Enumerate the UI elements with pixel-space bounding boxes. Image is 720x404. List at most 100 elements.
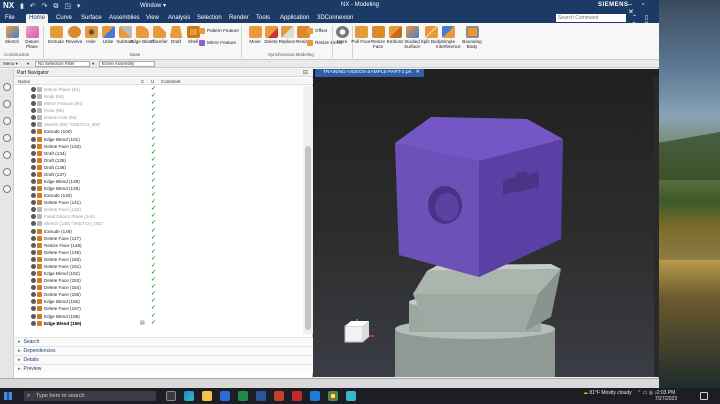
notifications-icon[interactable] [700, 392, 708, 400]
constraint-navigator-icon[interactable] [3, 100, 11, 108]
tab-analysis[interactable]: Analysis [165, 14, 193, 23]
feature-row[interactable]: Extrude (146) ✓ [14, 228, 303, 235]
visibility-icon[interactable] [31, 242, 36, 248]
history-icon[interactable] [3, 151, 11, 159]
visibility-icon[interactable] [31, 171, 36, 177]
visibility-icon[interactable] [31, 136, 36, 142]
word-icon[interactable] [256, 391, 266, 401]
windows-start-icon[interactable] [4, 392, 12, 400]
feature-row[interactable]: Draft (136) ✓ [14, 164, 303, 171]
visibility-icon[interactable] [31, 313, 36, 319]
navigator-scrollbar[interactable] [303, 86, 313, 334]
feature-row[interactable]: Delete Face (147) ✓ [14, 235, 303, 242]
command-search-input[interactable]: Search Command [556, 14, 626, 22]
feature-row[interactable]: Delete Face (133) ✓ [14, 143, 303, 150]
visibility-icon[interactable] [31, 101, 36, 107]
graphics-window[interactable]: TRAINING-VIDEOS-SAMPLE-PART-2.prt ✕ [313, 69, 659, 377]
feature-row[interactable]: Draft (135) ✓ [14, 157, 303, 164]
feature-row[interactable]: Edge Blend (152) ✓ [14, 270, 303, 277]
tab-tools[interactable]: Tools [253, 14, 273, 23]
visibility-icon[interactable] [31, 150, 36, 156]
feature-row[interactable]: Edge Blend (158) ✓ [14, 313, 303, 320]
visibility-icon[interactable] [31, 179, 36, 185]
visibility-icon[interactable] [31, 200, 36, 206]
feature-row[interactable]: Draft (137) ✓ [14, 171, 303, 178]
details-panel[interactable]: ▸ Details [14, 355, 313, 364]
feature-row[interactable]: Edge Blend (101) ✓ [14, 136, 303, 143]
visibility-icon[interactable] [31, 221, 36, 227]
feature-row[interactable]: Sketch (145) "SKETCH_001" ✓ [14, 220, 303, 227]
visibility-icon[interactable] [31, 94, 36, 100]
mirror-feature-button[interactable]: Mirror Feature [199, 40, 236, 46]
feature-row[interactable]: Mirror Feature (94) ✓ [14, 100, 303, 107]
tab-file[interactable]: File [2, 14, 18, 23]
tab-application[interactable]: Application [277, 14, 312, 23]
pin-icon[interactable]: ⊟ [303, 69, 308, 77]
tab-selection[interactable]: Selection [194, 14, 225, 23]
feature-row[interactable]: Extrude (140) ✓ [14, 192, 303, 199]
feature-row[interactable]: Point (95) ✓ [14, 107, 303, 114]
feature-row[interactable]: Delete Face (153) ✓ [14, 277, 303, 284]
feature-row[interactable]: Datum Axis (96) ✓ [14, 114, 303, 121]
visibility-icon[interactable] [31, 263, 36, 269]
feature-row[interactable]: Edge Blend (156) ✓ [14, 298, 303, 305]
tab-3dconnexion[interactable]: 3DConnexion [314, 14, 356, 23]
visibility-icon[interactable] [31, 249, 36, 255]
column-c[interactable]: C [141, 79, 144, 84]
weather-widget[interactable]: ☁ 81°F Mostly cloudy ⌃ ▭ ◎ ♪ [583, 390, 657, 396]
nx-taskbar-icon[interactable] [346, 391, 356, 401]
tab-render[interactable]: Render [226, 14, 252, 23]
file-explorer-icon[interactable] [202, 391, 212, 401]
selection-filter-dropdown[interactable]: No Selection Filter [35, 61, 90, 67]
feature-row[interactable]: Extrude (100) ✓ [14, 128, 303, 135]
feature-row[interactable]: Edge Blend (139) ✓ [14, 185, 303, 192]
feature-row[interactable]: Datum Plane (91) ✓ [14, 86, 303, 93]
preview-panel[interactable]: ▸ Preview [14, 364, 313, 373]
bounding-body-button[interactable]: Bounding Body [460, 26, 484, 49]
feature-row[interactable]: Delete Face (151) ✓ [14, 263, 303, 270]
visibility-icon[interactable] [31, 256, 36, 262]
feature-row[interactable]: Draft (134) ✓ [14, 150, 303, 157]
feature-row[interactable]: Edge Blend (159) ▤ ✓ [14, 320, 303, 327]
column-comment[interactable]: Comment [161, 79, 181, 84]
feature-row[interactable]: Delete Face (155) ✓ [14, 291, 303, 298]
visibility-icon[interactable] [31, 193, 36, 199]
visibility-icon[interactable] [31, 164, 36, 170]
feature-row[interactable]: Delete Face (157) ✓ [14, 305, 303, 312]
visibility-icon[interactable] [31, 214, 36, 220]
feature-row[interactable]: Delete Face (142) ✓ [14, 206, 303, 213]
model-viewport[interactable] [313, 69, 659, 377]
web-browser-icon[interactable] [3, 168, 11, 176]
feature-row[interactable]: Fixed Datum Plane (144) ✓ [14, 213, 303, 220]
feature-row[interactable]: Delete Face (149) ✓ [14, 249, 303, 256]
part-navigator-icon[interactable] [3, 117, 11, 125]
selection-scope-dropdown[interactable]: Entire Assembly [99, 61, 155, 67]
visibility-icon[interactable] [31, 320, 36, 326]
feature-row[interactable]: Sketch (99) "SKETCH_000" ✓ [14, 121, 303, 128]
visibility-icon[interactable] [31, 186, 36, 192]
roles-icon[interactable] [3, 185, 11, 193]
visibility-icon[interactable] [31, 292, 36, 298]
quick-access-toolbar[interactable]: ▮ ↶ ↷ ⧉ ◳ ▾ [20, 2, 82, 11]
edge-browser-icon[interactable] [184, 391, 194, 401]
scrollbar-thumb[interactable] [305, 146, 311, 330]
selection-toggle-icon[interactable]: ▾ [27, 61, 29, 67]
feature-row[interactable]: Edge Blend (138) ✓ [14, 178, 303, 185]
chrome-icon[interactable] [328, 391, 338, 401]
mail-icon[interactable] [220, 391, 230, 401]
visibility-icon[interactable] [31, 306, 36, 312]
reuse-library-icon[interactable] [3, 134, 11, 142]
visibility-icon[interactable] [31, 115, 36, 121]
search-panel[interactable]: ▸ Search [14, 337, 313, 346]
tab-surface[interactable]: Surface [78, 14, 105, 23]
simple-interference-button[interactable]: Simple Interference [436, 26, 461, 49]
pattern-feature-button[interactable]: Pattern Feature [199, 28, 239, 34]
tab-home[interactable]: Home [26, 14, 49, 23]
powerpoint-icon[interactable] [274, 391, 284, 401]
visibility-icon[interactable] [31, 143, 36, 149]
feature-row[interactable]: Delete Face (141) ✓ [14, 199, 303, 206]
feature-row[interactable]: Delete Face (154) ✓ [14, 284, 303, 291]
datum-plane-button[interactable]: Datum Plane [20, 26, 44, 49]
menu-button[interactable]: Menu ▾ [3, 61, 18, 67]
feature-row[interactable]: Resize Face (148) ✓ [14, 242, 303, 249]
